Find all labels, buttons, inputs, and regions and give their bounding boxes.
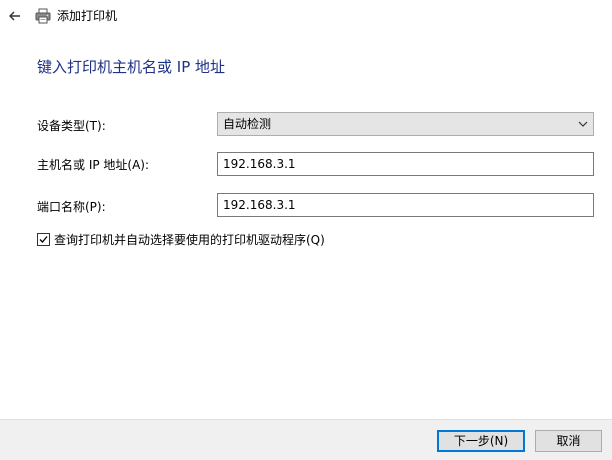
- auto-driver-label[interactable]: 查询打印机并自动选择要使用的打印机驱动程序(Q): [54, 232, 325, 248]
- checkmark-icon: [39, 236, 48, 243]
- port-name-input[interactable]: [217, 193, 594, 217]
- device-type-select[interactable]: 自动检测: [217, 112, 594, 136]
- chevron-down-icon: [578, 121, 588, 127]
- device-type-label: 设备类型(T):: [37, 119, 106, 133]
- port-name-label: 端口名称(P):: [37, 200, 106, 214]
- back-button[interactable]: [5, 6, 25, 26]
- page-heading: 键入打印机主机名或 IP 地址: [37, 58, 226, 76]
- printer-icon: [34, 7, 52, 25]
- window-title: 添加打印机: [57, 9, 118, 23]
- dialog-footer: 下一步(N) 取消: [0, 419, 612, 460]
- next-button[interactable]: 下一步(N): [437, 430, 525, 452]
- hostname-label: 主机名或 IP 地址(A):: [37, 158, 150, 172]
- hostname-input[interactable]: [217, 152, 594, 176]
- device-type-value: 自动检测: [223, 117, 272, 131]
- auto-driver-checkbox[interactable]: [37, 233, 50, 246]
- back-arrow-icon: [9, 11, 20, 21]
- title-bar: 添加打印机: [0, 0, 612, 32]
- cancel-button[interactable]: 取消: [535, 430, 602, 452]
